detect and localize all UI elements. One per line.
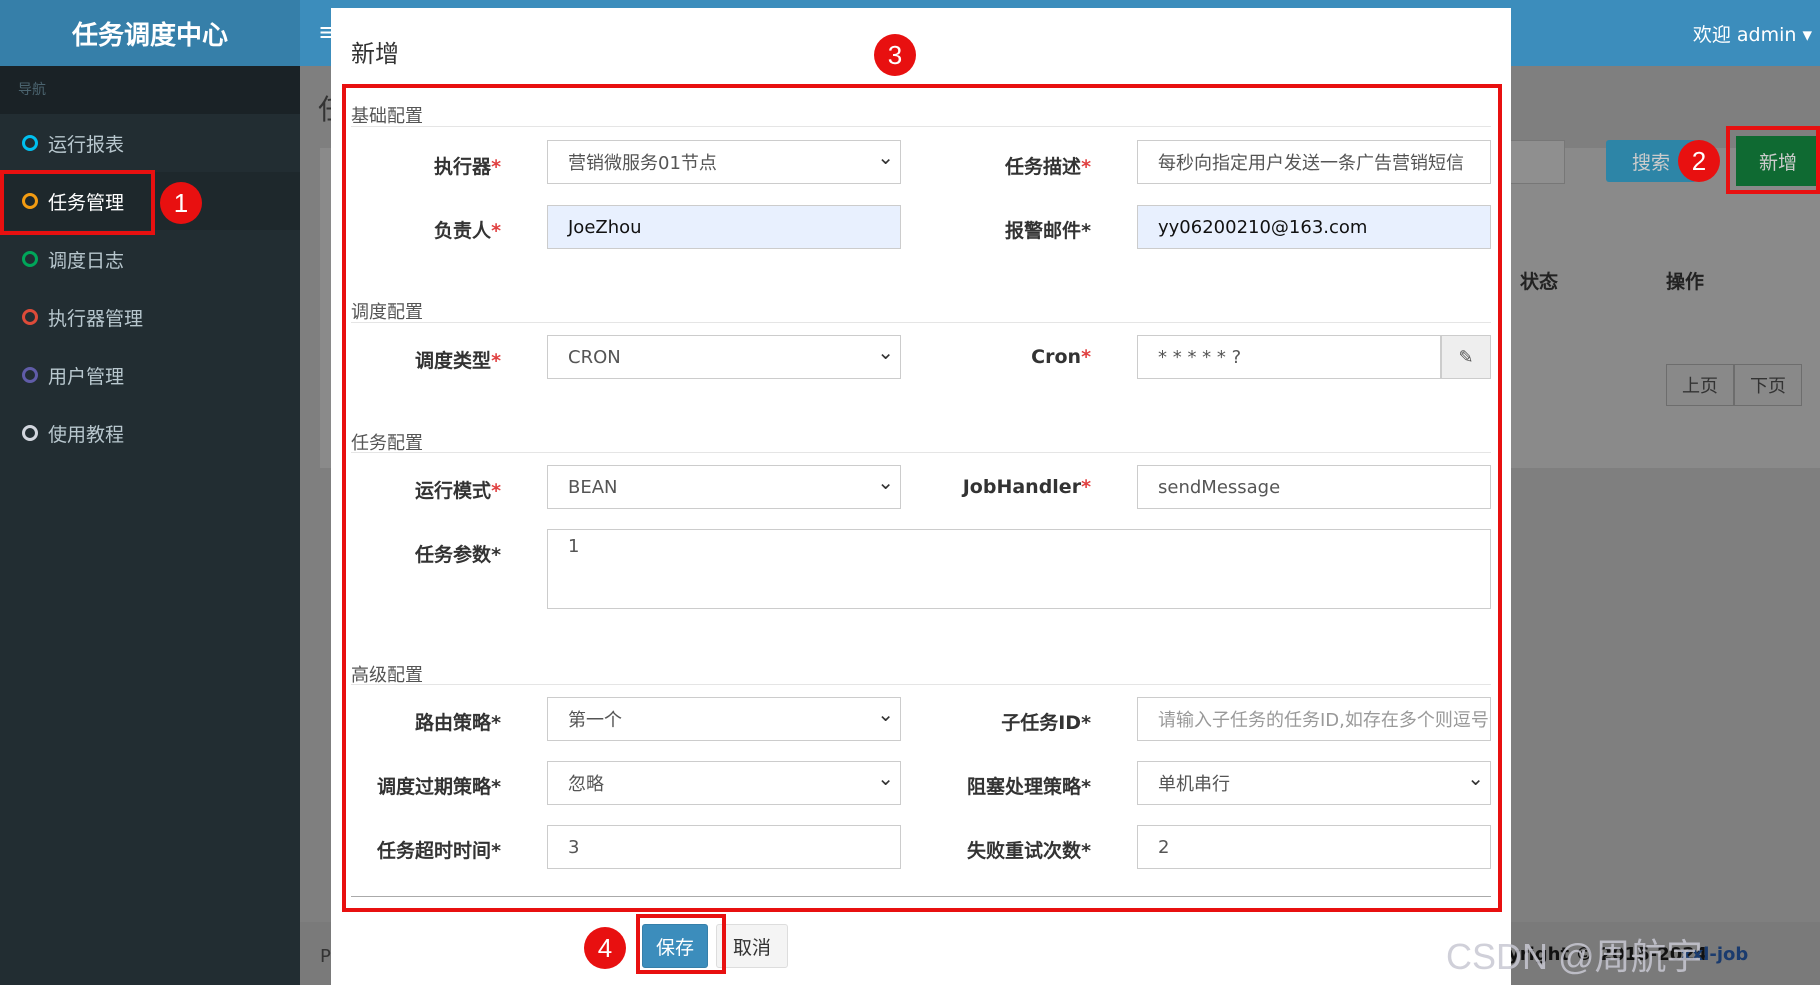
sidebar-item-log[interactable]: 调度日志 — [0, 230, 300, 288]
circle-icon — [22, 251, 38, 267]
annotation-badge-3: 3 — [874, 34, 916, 76]
annotation-badge-4: 4 — [584, 927, 626, 969]
highlight-box-4 — [636, 914, 726, 974]
prev-page-button[interactable]: 上页 — [1666, 364, 1734, 406]
next-page-button[interactable]: 下页 — [1734, 364, 1802, 406]
circle-icon — [22, 309, 38, 325]
column-header-status: 状态 — [1520, 271, 1559, 293]
sidebar-item-help[interactable]: 使用教程 — [0, 404, 300, 462]
modal-title: 新增 — [351, 40, 399, 68]
sidebar-item-user[interactable]: 用户管理 — [0, 346, 300, 404]
user-menu[interactable]: 欢迎 admin ▾ — [1693, 20, 1812, 47]
sidebar-item-label: 调度日志 — [48, 249, 125, 272]
annotation-badge-1: 1 — [160, 182, 202, 224]
highlight-box-1 — [0, 170, 155, 235]
footer-left-text: P — [320, 946, 331, 967]
annotation-badge-2: 2 — [1678, 140, 1720, 182]
sidebar-item-report[interactable]: 运行报表 — [0, 114, 300, 172]
chevron-down-icon: ▾ — [1802, 24, 1812, 46]
sidebar-item-executor[interactable]: 执行器管理 — [0, 288, 300, 346]
watermark: CSDN @周航宇JoeZhou — [1446, 936, 1703, 985]
highlight-box-3 — [342, 84, 1502, 912]
circle-icon — [22, 367, 38, 383]
sidebar-item-label: 执行器管理 — [48, 307, 144, 330]
circle-icon — [22, 135, 38, 151]
cancel-button[interactable]: 取消 — [716, 924, 788, 968]
welcome-text: 欢迎 admin — [1692, 24, 1797, 46]
sidebar-item-label: 运行报表 — [48, 133, 125, 156]
highlight-box-2 — [1726, 126, 1820, 194]
circle-icon — [22, 425, 38, 441]
column-header-actions: 操作 — [1666, 271, 1705, 293]
app-logo[interactable]: 任务调度中心 — [0, 0, 300, 66]
nav-header: 导航 — [0, 66, 300, 114]
sidebar-item-label: 用户管理 — [48, 365, 125, 388]
sidebar-item-label: 使用教程 — [48, 423, 125, 446]
